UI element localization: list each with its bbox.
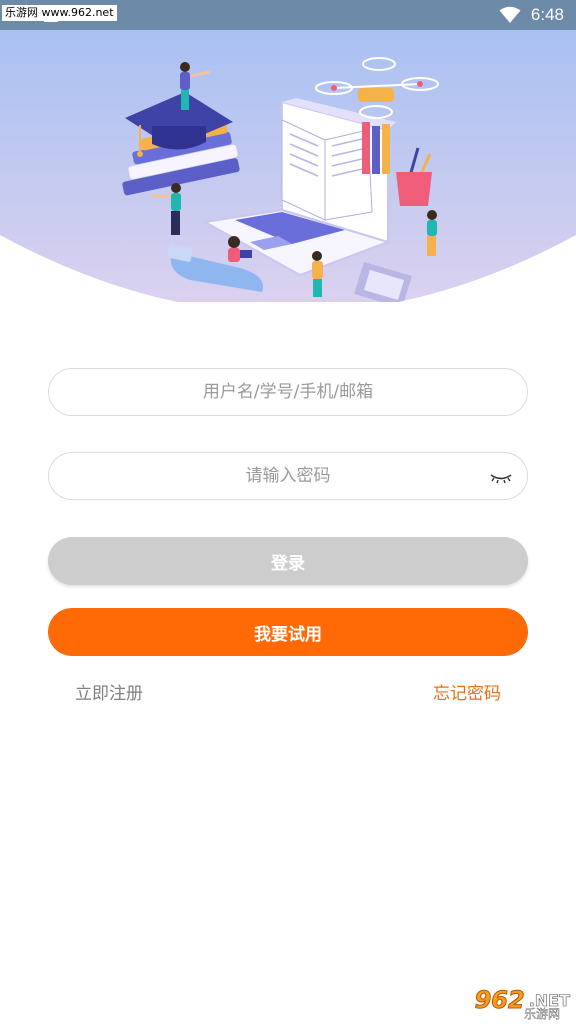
status-dash	[44, 20, 58, 22]
watermark-text: 乐游网	[523, 1007, 560, 1021]
forgot-password-link[interactable]: 忘记密码	[433, 682, 501, 706]
person-icon	[312, 251, 323, 297]
password-field[interactable]	[48, 452, 528, 500]
site-watermark: 962 .NET 乐游网	[438, 980, 570, 1022]
book-rack-icon	[362, 122, 390, 174]
hero-illustration	[0, 30, 576, 302]
eye-closed-icon[interactable]	[489, 467, 513, 487]
status-bar: 乐游网 www.962.net 6:48	[0, 0, 576, 30]
person-icon	[427, 210, 437, 256]
status-right: 6:48	[499, 4, 564, 26]
watermark-number: 962	[474, 986, 525, 1015]
password-input[interactable]	[98, 466, 478, 486]
username-field[interactable]	[48, 368, 528, 416]
login-button[interactable]: 登录	[48, 537, 528, 585]
watermark-label: 乐游网 www.962.net	[2, 5, 117, 21]
status-time: 6:48	[530, 5, 564, 24]
wifi-icon	[499, 6, 521, 23]
register-link[interactable]: 立即注册	[75, 682, 143, 706]
education-laptop-illustration	[0, 30, 576, 302]
username-input[interactable]	[98, 382, 478, 402]
trial-button[interactable]: 我要试用	[48, 608, 528, 656]
